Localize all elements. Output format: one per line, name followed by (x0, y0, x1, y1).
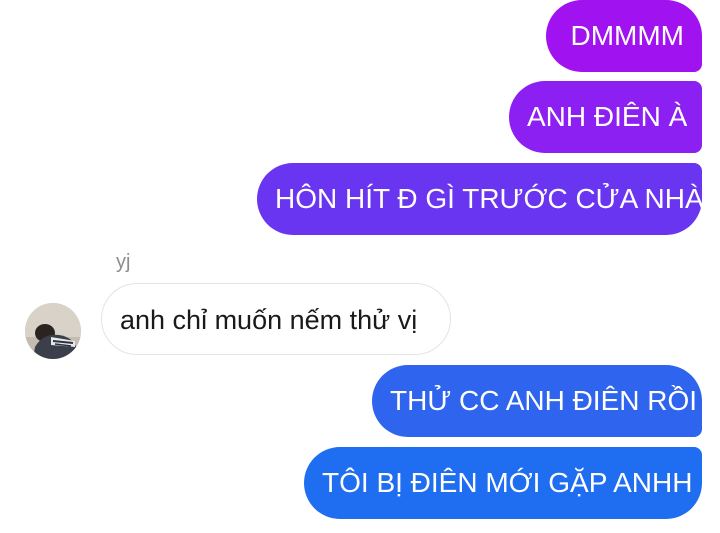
message-text: DMMMM (570, 20, 684, 51)
message-bubble-outgoing[interactable]: DMMMM (546, 0, 702, 72)
message-bubble-incoming[interactable]: anh chỉ muốn nếm thử vị (101, 283, 451, 355)
message-text: ANH ĐIÊN À (527, 101, 688, 132)
message-bubble-outgoing[interactable]: ANH ĐIÊN À (509, 81, 702, 153)
message-text: HÔN HÍT Đ GÌ TRƯỚC CỬA NHÀ (275, 183, 704, 214)
avatar[interactable] (25, 303, 81, 359)
message-bubble-outgoing[interactable]: THỬ CC ANH ĐIÊN RỒI (372, 365, 702, 437)
message-bubble-outgoing[interactable]: TÔI BỊ ĐIÊN MỚI GẶP ANHH (304, 447, 702, 519)
message-text: THỬ CC ANH ĐIÊN RỒI (390, 385, 698, 416)
user-photo-avatar-icon (25, 303, 81, 359)
message-bubble-outgoing[interactable]: HÔN HÍT Đ GÌ TRƯỚC CỬA NHÀ (257, 163, 704, 235)
message-text: TÔI BỊ ĐIÊN MỚI GẶP ANHH (322, 467, 693, 498)
message-text: anh chỉ muốn nếm thử vị (120, 305, 418, 335)
sender-name: yj (116, 251, 131, 273)
